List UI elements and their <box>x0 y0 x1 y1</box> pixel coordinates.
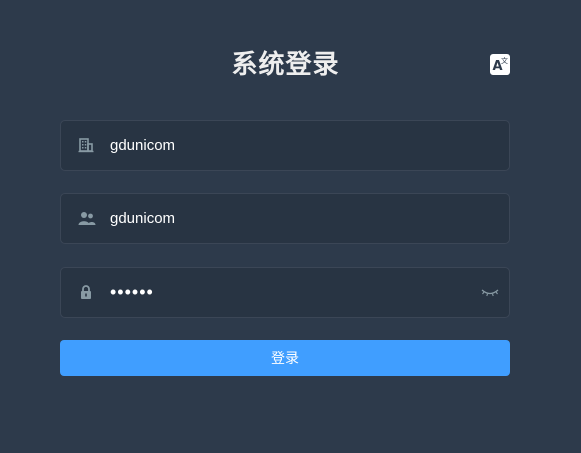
user-group-icon <box>78 210 96 226</box>
password-field <box>60 267 510 318</box>
login-button[interactable]: 登录 <box>60 340 510 376</box>
lock-icon <box>78 284 94 300</box>
username-input[interactable] <box>110 194 470 243</box>
tenant-input[interactable] <box>110 121 470 170</box>
login-page: 系统登录 A 文 gdunicom gdunicom 登录 <box>0 0 581 453</box>
translate-icon: A 文 <box>490 54 510 75</box>
language-switch-button[interactable]: A 文 <box>490 54 510 75</box>
page-title: 系统登录 <box>231 50 340 80</box>
username-field <box>60 193 510 244</box>
svg-text:文: 文 <box>501 56 508 65</box>
eye-closed-icon[interactable] <box>481 285 499 299</box>
password-input[interactable] <box>110 268 470 317</box>
building-icon <box>78 137 94 153</box>
tenant-field <box>60 120 510 171</box>
